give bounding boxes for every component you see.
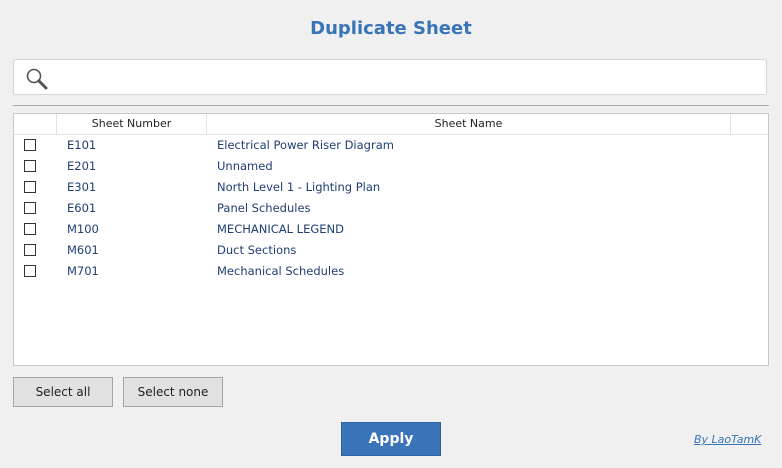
sheet-name: Unnamed	[217, 159, 273, 173]
sheet-number: E301	[67, 180, 97, 194]
row-checkbox[interactable]	[24, 265, 36, 277]
search-icon	[25, 67, 49, 91]
row-checkbox[interactable]	[24, 139, 36, 151]
sheet-number: E601	[67, 201, 97, 215]
dialog-title: Duplicate Sheet	[310, 18, 472, 39]
sheet-number: M100	[67, 222, 99, 236]
row-checkbox[interactable]	[24, 223, 36, 235]
sheet-number: M701	[67, 264, 99, 278]
sheet-number: E201	[67, 159, 97, 173]
divider	[13, 105, 769, 106]
row-checkbox[interactable]	[24, 181, 36, 193]
header-sheet-name[interactable]: Sheet Name	[207, 114, 731, 134]
row-checkbox[interactable]	[24, 202, 36, 214]
sheet-name: Panel Schedules	[217, 201, 311, 215]
row-checkbox[interactable]	[24, 244, 36, 256]
header-checkbox-column	[14, 114, 57, 134]
table-row[interactable]: E601 Panel Schedules	[14, 198, 768, 219]
sheet-number: E101	[67, 138, 97, 152]
search-box[interactable]	[13, 59, 767, 95]
author-credit-link[interactable]: By LaoTamK	[694, 433, 761, 446]
header-sheet-number[interactable]: Sheet Number	[57, 114, 207, 134]
sheet-name: Mechanical Schedules	[217, 264, 345, 278]
row-checkbox[interactable]	[24, 160, 36, 172]
search-input[interactable]	[58, 66, 762, 90]
sheet-table[interactable]: Sheet Number Sheet Name E101 Electrical …	[13, 113, 769, 366]
table-header: Sheet Number Sheet Name	[14, 114, 768, 135]
table-row[interactable]: M100 MECHANICAL LEGEND	[14, 219, 768, 240]
table-row[interactable]: M601 Duct Sections	[14, 240, 768, 261]
sheet-name: Electrical Power Riser Diagram	[217, 138, 394, 152]
table-row[interactable]: M701 Mechanical Schedules	[14, 261, 768, 282]
table-row[interactable]: E301 North Level 1 - Lighting Plan	[14, 177, 768, 198]
select-none-button[interactable]: Select none	[123, 377, 223, 407]
select-all-button[interactable]: Select all	[13, 377, 113, 407]
sheet-name: North Level 1 - Lighting Plan	[217, 180, 381, 194]
apply-button[interactable]: Apply	[341, 422, 441, 456]
table-row[interactable]: E201 Unnamed	[14, 156, 768, 177]
sheet-number: M601	[67, 243, 99, 257]
sheet-name: MECHANICAL LEGEND	[217, 222, 344, 236]
header-filler	[731, 114, 768, 134]
table-row[interactable]: E101 Electrical Power Riser Diagram	[14, 135, 768, 156]
sheet-name: Duct Sections	[217, 243, 297, 257]
